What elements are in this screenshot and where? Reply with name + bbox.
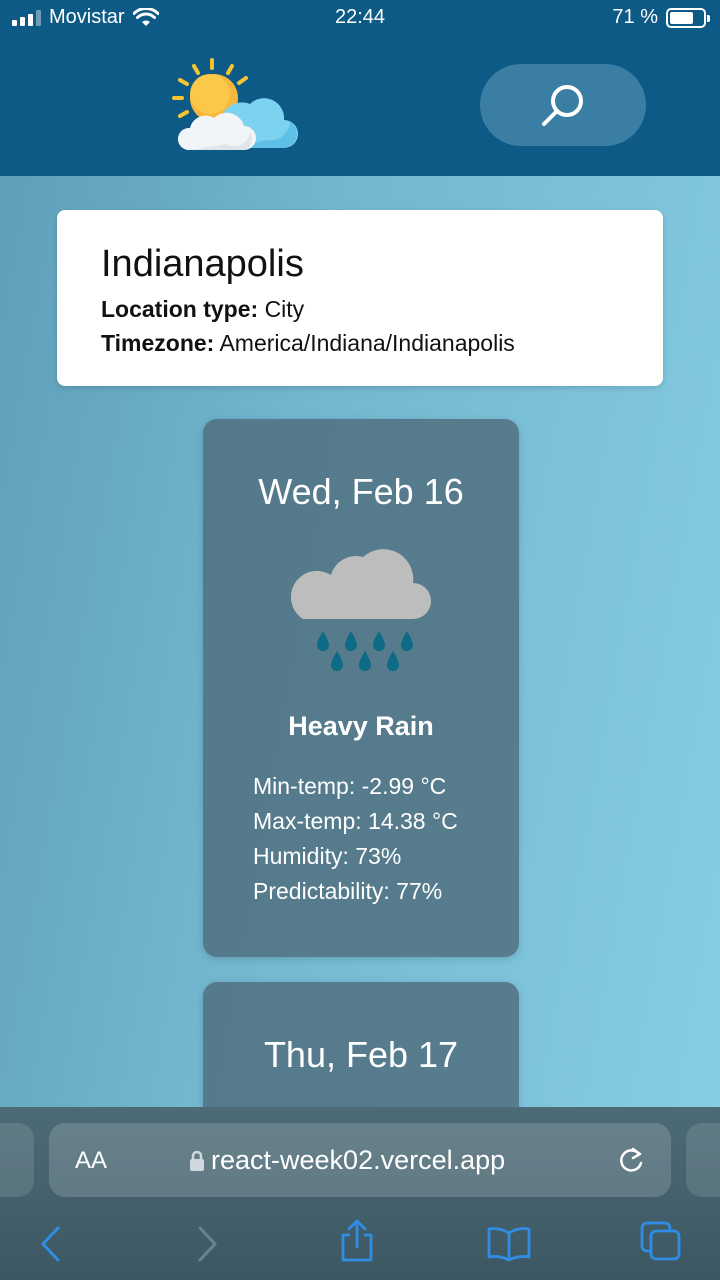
location-type-label: Location type:: [101, 296, 259, 322]
location-type-row: Location type: City: [101, 292, 619, 326]
back-icon[interactable]: [38, 1225, 64, 1263]
status-right: 71 %: [612, 6, 710, 29]
tabs-icon[interactable]: [640, 1221, 682, 1261]
sun-cloud-icon[interactable]: [166, 56, 298, 156]
battery-icon: [666, 7, 710, 28]
heavy-rain-icon: [291, 549, 431, 671]
timezone-label: Timezone:: [101, 330, 215, 356]
humidity: Humidity: 73%: [253, 843, 402, 869]
search-icon: [542, 85, 583, 126]
forecast-date: Wed, Feb 16: [258, 471, 464, 512]
share-icon[interactable]: [338, 1219, 376, 1263]
battery-percent: 71 %: [612, 6, 658, 28]
forecast-stats: Min-temp: -2.99 °C Max-temp: 14.38 °C Hu…: [253, 769, 458, 909]
lock-icon: [190, 1150, 204, 1171]
browser-nav-row: [0, 1217, 720, 1267]
status-bar: Movistar 22:44 71 %: [0, 0, 720, 36]
timezone-value: America/Indiana/Indianapolis: [219, 330, 515, 356]
forecast-date: Thu, Feb 17: [263, 1034, 459, 1075]
city-name: Indianapolis: [101, 243, 304, 285]
battery-fill: [670, 11, 693, 24]
address-bar[interactable]: AA react-week02.vercel.app: [49, 1123, 671, 1197]
app-header: [0, 36, 720, 176]
forecast-card: Wed, Feb 16 Heavy Rain Min-temp: -2.99 °…: [203, 419, 519, 957]
forward-icon[interactable]: [194, 1225, 220, 1263]
max-temp: Max-temp: 14.38 °C: [253, 808, 458, 834]
predictability: Predictability: 77%: [253, 878, 443, 904]
bookmarks-icon[interactable]: [486, 1225, 532, 1263]
weather-condition: Heavy Rain: [288, 711, 434, 741]
url-display[interactable]: react-week02.vercel.app: [189, 1145, 505, 1176]
previous-tab[interactable]: [0, 1123, 34, 1197]
timezone-row: Timezone: America/Indiana/Indianapolis: [101, 326, 619, 360]
reload-icon[interactable]: [617, 1145, 645, 1175]
url-text: react-week02.vercel.app: [211, 1145, 506, 1175]
location-card: Indianapolis Location type: City Timezon…: [57, 210, 663, 386]
text-size-button[interactable]: AA: [75, 1147, 107, 1175]
browser-toolbar: AA react-week02.vercel.app: [0, 1107, 720, 1280]
min-temp: Min-temp: -2.99 °C: [253, 773, 447, 799]
next-tab[interactable]: [686, 1123, 720, 1197]
location-type-value: City: [264, 296, 305, 322]
search-button[interactable]: [480, 64, 646, 146]
